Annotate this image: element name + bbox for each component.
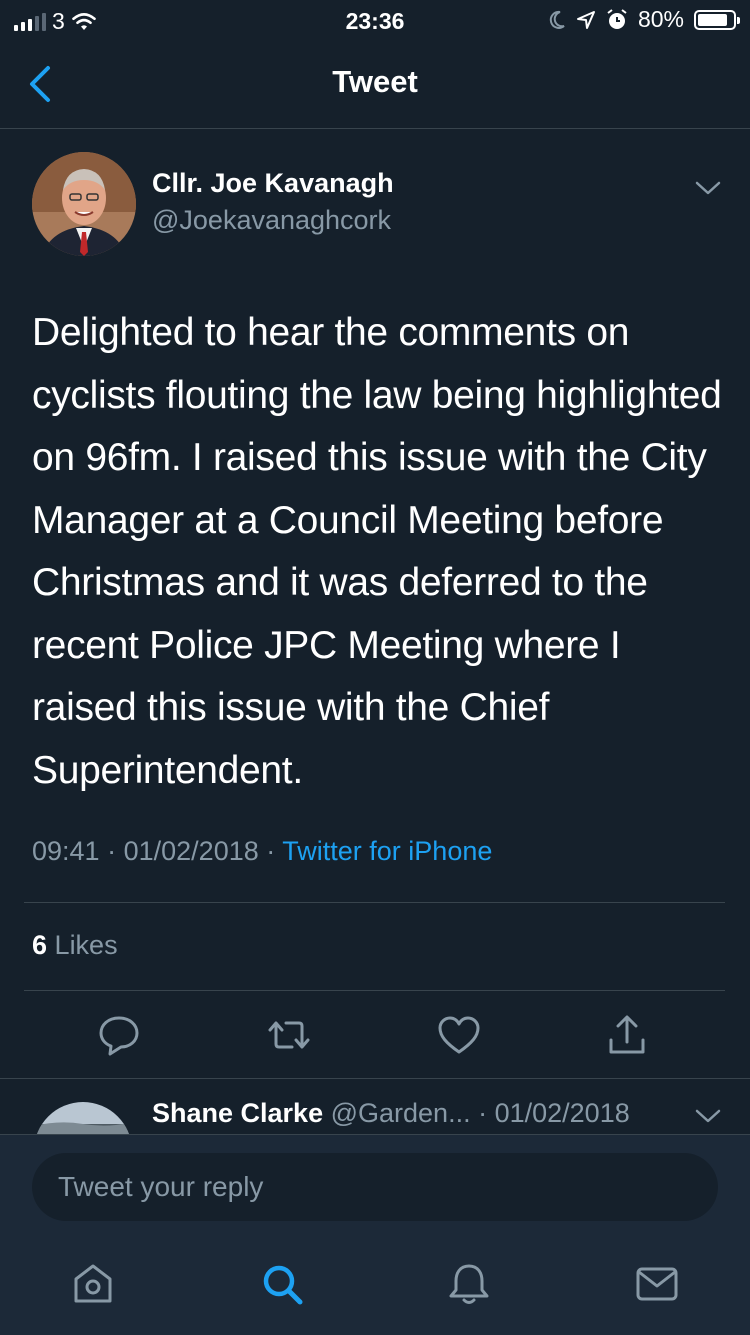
likes-number: 6 (32, 930, 48, 960)
location-arrow-icon (576, 10, 595, 29)
alarm-icon (607, 8, 627, 29)
reply-icon[interactable] (96, 1012, 142, 1058)
divider (0, 1078, 750, 1079)
reply-input[interactable] (32, 1153, 718, 1221)
divider (24, 990, 725, 991)
reply-author-handle[interactable]: @Garden... (331, 1098, 471, 1128)
status-right: 80% (548, 6, 740, 33)
meta-separator: · (107, 836, 117, 866)
bottom-bar (0, 1134, 750, 1335)
status-bar: 3 23:36 80% (0, 0, 750, 40)
page-title: Tweet (332, 64, 418, 99)
author-handle[interactable]: @Joekavanaghcork (152, 205, 391, 236)
author-display-name[interactable]: Cllr. Joe Kavanagh (152, 168, 394, 199)
retweet-icon[interactable] (266, 1012, 312, 1058)
likes-label: Likes (54, 930, 118, 960)
tweet-text: Delighted to hear the comments on cyclis… (32, 311, 722, 792)
tweet-time: 09:41 (32, 836, 100, 866)
reply-date: · 01/02/2018 (478, 1098, 630, 1128)
tweet-source-link[interactable]: Twitter for iPhone (282, 836, 492, 866)
likes-count[interactable]: 6 Likes (32, 930, 118, 961)
chevron-down-icon[interactable] (692, 1102, 724, 1130)
battery-percent: 80% (637, 6, 684, 32)
author-avatar[interactable] (32, 152, 136, 256)
divider (24, 902, 725, 903)
search-icon[interactable] (258, 1261, 308, 1307)
home-icon[interactable] (68, 1261, 118, 1307)
moon-icon (549, 10, 565, 29)
notifications-bell-icon[interactable] (444, 1261, 494, 1307)
tweet-date: 01/02/2018 (123, 836, 259, 866)
nav-bar: Tweet (0, 40, 750, 129)
battery-icon (694, 9, 740, 30)
messages-envelope-icon[interactable] (632, 1261, 682, 1307)
chevron-down-icon[interactable] (692, 174, 724, 202)
reply-author-name[interactable]: Shane Clarke (152, 1098, 323, 1128)
like-heart-icon[interactable] (436, 1012, 482, 1058)
meta-separator: · (266, 836, 276, 866)
reply-header: Shane Clarke @Garden... · 01/02/2018 (152, 1098, 630, 1129)
share-icon[interactable] (604, 1012, 650, 1058)
tweet-meta: 09:41 · 01/02/2018 · Twitter for iPhone (32, 836, 492, 867)
